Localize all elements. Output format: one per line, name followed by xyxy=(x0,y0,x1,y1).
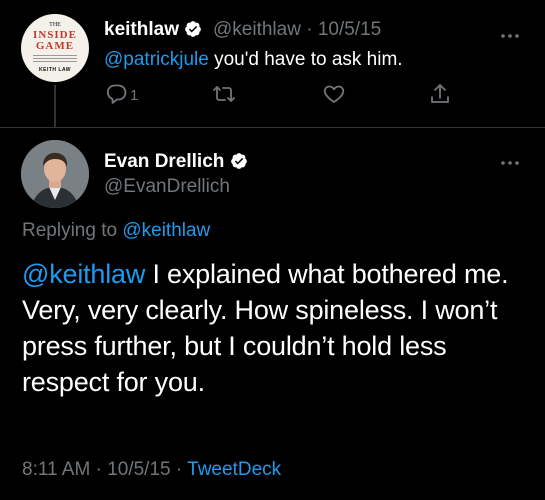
retweet-button[interactable] xyxy=(212,82,236,110)
handle-and-date: @keithlaw · 10/5/15 xyxy=(213,18,381,42)
like-button[interactable] xyxy=(322,82,346,110)
mention-link[interactable]: @patrickjule xyxy=(104,49,209,70)
more-options-icon[interactable] xyxy=(500,33,520,39)
verified-badge-icon xyxy=(185,21,202,37)
mention-link-2[interactable]: @keithlaw xyxy=(22,259,145,289)
reply-count: 1 xyxy=(130,87,139,104)
replying-prefix: Replying to xyxy=(22,220,123,241)
tweet-source[interactable]: TweetDeck xyxy=(187,459,281,480)
reply-icon xyxy=(106,84,127,104)
avatar-keithlaw[interactable]: THE INSIDE GAME KEITH LAW xyxy=(21,14,89,82)
tweet-text: @patrickjule you'd have to ask him. xyxy=(104,47,403,73)
display-name-2[interactable]: Evan Drellich xyxy=(104,151,224,172)
like-icon xyxy=(323,85,345,103)
tweet-meta: 8:11 AM · 10/5/15 · TweetDeck xyxy=(22,457,281,483)
replying-to-link[interactable]: @keithlaw xyxy=(122,220,210,241)
tweet-time[interactable]: 8:11 AM xyxy=(22,459,90,480)
action-bar: 1 xyxy=(104,82,464,112)
profile-photo xyxy=(21,140,89,208)
tweet-date-2[interactable]: 10/5/15 xyxy=(107,459,170,480)
dot-separator: · xyxy=(306,19,313,40)
tweet-date[interactable]: 10/5/15 xyxy=(318,19,381,40)
book-cover-title: INSIDE GAME xyxy=(33,29,77,52)
author-name[interactable]: keithlaw xyxy=(104,18,202,42)
display-name[interactable]: keithlaw xyxy=(104,19,179,40)
handle-2[interactable]: @EvanDrellich xyxy=(104,175,230,199)
reply-button[interactable]: 1 xyxy=(104,82,138,110)
book-cover-lines xyxy=(33,55,77,56)
meta-separator: · xyxy=(90,459,108,480)
tweet-text-body: you'd have to ask him. xyxy=(208,49,403,70)
tweet-text-2: @keithlaw I explained what bothered me. … xyxy=(22,256,532,400)
retweet-icon xyxy=(213,86,235,102)
meta-separator-2: · xyxy=(170,459,188,480)
tweet-keithlaw[interactable]: THE INSIDE GAME KEITH LAW keithlaw @keit… xyxy=(0,0,545,128)
handle[interactable]: @keithlaw xyxy=(213,19,301,40)
share-icon xyxy=(431,84,449,103)
replying-to: Replying to @keithlaw xyxy=(22,218,210,244)
thread-line xyxy=(54,85,56,127)
author-name-2[interactable]: Evan Drellich xyxy=(104,150,248,174)
book-cover-top-text: THE xyxy=(49,22,61,28)
more-options-icon[interactable] xyxy=(500,160,520,166)
share-button[interactable] xyxy=(428,82,452,110)
book-cover-author: KEITH LAW xyxy=(39,67,71,73)
avatar-evandrellich[interactable] xyxy=(21,140,89,208)
verified-badge-icon xyxy=(230,153,247,169)
